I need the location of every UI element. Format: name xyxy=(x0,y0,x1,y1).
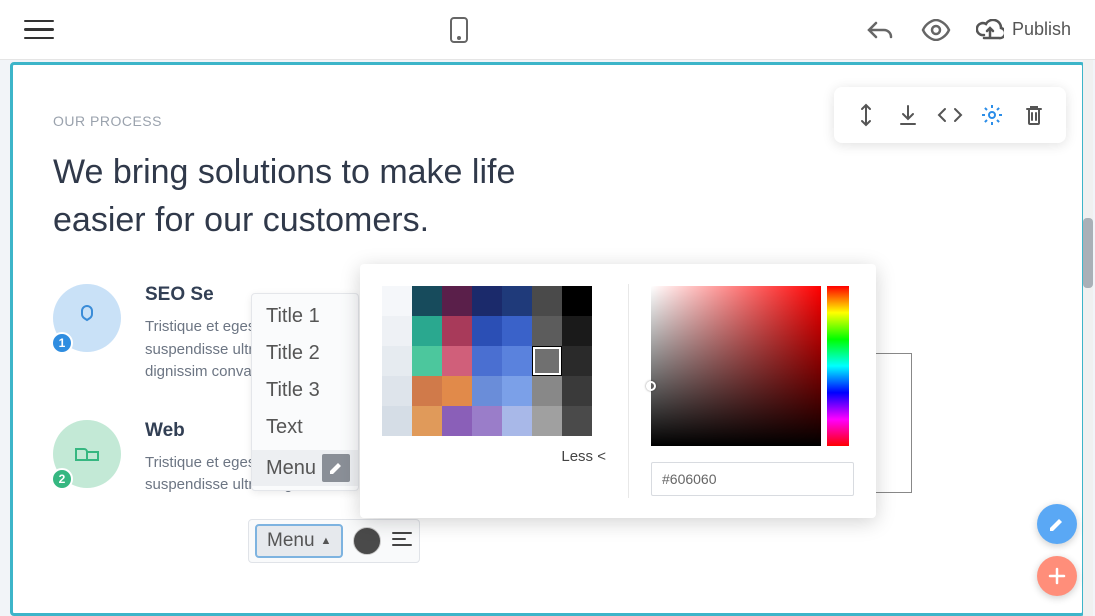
color-swatch[interactable] xyxy=(472,286,502,316)
dropdown-menu-row[interactable]: Menu xyxy=(252,450,358,486)
color-swatch[interactable] xyxy=(472,406,502,436)
scrollbar-thumb[interactable] xyxy=(1083,218,1093,288)
hex-input[interactable] xyxy=(651,462,854,496)
color-swatch[interactable] xyxy=(562,286,592,316)
less-toggle[interactable]: Less < xyxy=(382,448,606,465)
color-swatch[interactable] xyxy=(532,316,562,346)
hamburger-menu-icon[interactable] xyxy=(24,20,54,40)
style-select-label: Menu xyxy=(267,530,315,552)
saturation-value-panel[interactable] xyxy=(651,286,821,446)
color-swatch[interactable] xyxy=(532,376,562,406)
move-vertical-icon[interactable] xyxy=(848,97,884,133)
section-heading[interactable]: We bring solutions to make life easier f… xyxy=(53,149,533,244)
topbar: Publish xyxy=(0,0,1095,60)
color-swatch[interactable] xyxy=(442,346,472,376)
color-swatch[interactable] xyxy=(382,316,412,346)
undo-icon[interactable] xyxy=(864,14,896,46)
dropdown-option-title1[interactable]: Title 1 xyxy=(252,298,358,335)
inline-text-toolbar: Menu ▲ xyxy=(248,519,420,563)
color-swatch[interactable] xyxy=(442,316,472,346)
download-icon[interactable] xyxy=(890,97,926,133)
caret-up-icon: ▲ xyxy=(321,535,332,547)
menu-label: Menu xyxy=(266,457,322,480)
element-toolbar xyxy=(834,87,1066,143)
color-picker-popup: Less < xyxy=(360,264,876,518)
color-swatch[interactable] xyxy=(472,346,502,376)
color-swatch[interactable] xyxy=(562,376,592,406)
color-swatch[interactable] xyxy=(412,346,442,376)
color-swatch[interactable] xyxy=(472,376,502,406)
edit-pencil-icon[interactable] xyxy=(322,454,350,482)
color-swatch[interactable] xyxy=(382,376,412,406)
publish-button[interactable]: Publish xyxy=(976,19,1071,41)
color-swatch[interactable] xyxy=(382,286,412,316)
floating-edit-button[interactable] xyxy=(1037,504,1077,544)
sv-cursor[interactable] xyxy=(646,381,656,391)
scrollbar-vertical[interactable] xyxy=(1083,60,1093,616)
publish-label: Publish xyxy=(1012,19,1071,40)
service-badge-2: 2 xyxy=(53,420,121,488)
hue-slider[interactable] xyxy=(827,286,849,446)
badge-number: 1 xyxy=(51,332,73,354)
color-swatch[interactable] xyxy=(412,376,442,406)
color-swatch[interactable] xyxy=(532,346,562,376)
floating-add-button[interactable] xyxy=(1037,556,1077,596)
color-swatch[interactable] xyxy=(502,286,532,316)
color-swatch[interactable] xyxy=(502,406,532,436)
color-swatch[interactable] xyxy=(412,406,442,436)
color-swatch[interactable] xyxy=(502,346,532,376)
color-swatch[interactable] xyxy=(532,406,562,436)
dropdown-option-title3[interactable]: Title 3 xyxy=(252,372,358,409)
badge-number: 2 xyxy=(51,468,73,490)
color-swatch[interactable] xyxy=(562,316,592,346)
delete-trash-icon[interactable] xyxy=(1016,97,1052,133)
color-swatch[interactable] xyxy=(532,286,562,316)
color-swatch[interactable] xyxy=(562,346,592,376)
color-swatch[interactable] xyxy=(412,286,442,316)
code-icon[interactable] xyxy=(932,97,968,133)
text-style-dropdown: Title 1 Title 2 Title 3 Text Menu xyxy=(251,293,359,491)
dropdown-option-title2[interactable]: Title 2 xyxy=(252,335,358,372)
mobile-preview-icon[interactable] xyxy=(443,14,475,46)
color-swatch[interactable] xyxy=(412,316,442,346)
color-swatch[interactable] xyxy=(472,316,502,346)
dropdown-option-text[interactable]: Text xyxy=(252,409,358,446)
text-align-icon[interactable] xyxy=(391,530,413,553)
preview-eye-icon[interactable] xyxy=(920,14,952,46)
color-swatch[interactable] xyxy=(442,406,472,436)
color-swatch[interactable] xyxy=(502,376,532,406)
swatch-grid xyxy=(382,286,606,436)
color-swatch[interactable] xyxy=(382,406,412,436)
color-swatch[interactable] xyxy=(502,316,532,346)
color-swatch[interactable] xyxy=(562,406,592,436)
color-swatch[interactable] xyxy=(442,376,472,406)
text-color-button[interactable] xyxy=(353,527,381,555)
color-swatch[interactable] xyxy=(442,286,472,316)
color-swatch[interactable] xyxy=(382,346,412,376)
service-badge-1: 1 xyxy=(53,284,121,352)
style-select[interactable]: Menu ▲ xyxy=(255,524,343,558)
settings-gear-icon[interactable] xyxy=(974,97,1010,133)
